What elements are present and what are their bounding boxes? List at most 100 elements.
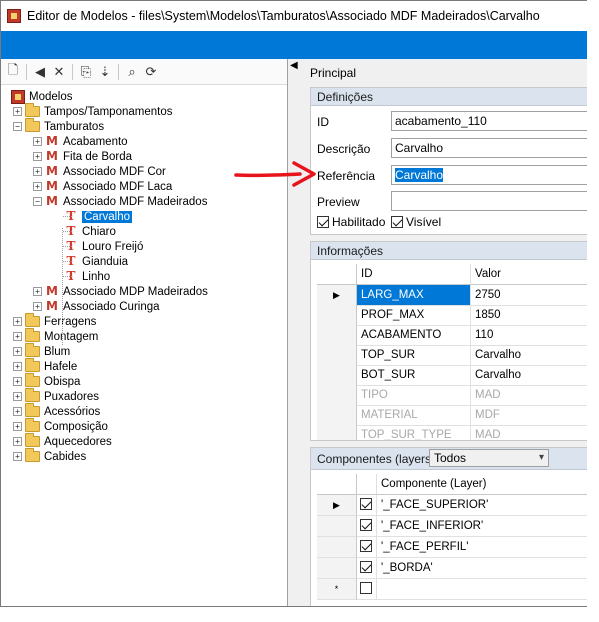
informacoes-grid[interactable]: ID Valor ▶ LARG_MAX 2750 PROF_MAX 1850 ACABAMEN… [317, 264, 587, 440]
expand-icon[interactable]: + [13, 362, 22, 371]
layer-name-cell[interactable]: '_FACE_PERFIL' [377, 537, 587, 558]
expand-icon[interactable]: + [13, 392, 22, 401]
table-row[interactable]: PROF_MAX 1850 [317, 305, 587, 326]
tree-node-composi-o[interactable]: + Composição [13, 418, 108, 434]
collapse-icon[interactable]: − [33, 197, 42, 206]
move-icon[interactable]: ⇣ [97, 63, 113, 81]
layer-name-cell[interactable]: '_BORDA' [377, 558, 587, 579]
tree-node-montagem[interactable]: + Montagem [13, 328, 98, 344]
tree-node-fita-de-borda[interactable]: + M Fita de Borda [33, 149, 132, 164]
row-header[interactable] [317, 365, 357, 386]
collapse-icon[interactable]: − [13, 122, 22, 131]
row-header[interactable]: ▶ [317, 495, 357, 516]
row-header[interactable] [317, 425, 357, 440]
preview-field[interactable] [391, 191, 587, 211]
tree-node-puxadores[interactable]: + Puxadores [13, 388, 99, 404]
layer-checkbox-cell[interactable] [357, 495, 377, 516]
tree-node-tamburatos[interactable]: − Tamburatos [13, 118, 104, 134]
checkbox-checked-icon[interactable] [360, 498, 372, 510]
tree-node-aquecedores[interactable]: + Aquecedores [13, 433, 112, 449]
tree-node-ferragens[interactable]: + Ferragens [13, 313, 96, 329]
expand-icon[interactable]: + [13, 407, 22, 416]
tree-node-associado-mdp-madeirados[interactable]: + M Associado MDP Madeirados [33, 284, 208, 299]
column-header-id[interactable]: ID [357, 264, 471, 285]
info-valor-cell[interactable]: Carvalho [471, 345, 587, 366]
referencia-field[interactable]: Carvalho [391, 165, 587, 185]
expand-icon[interactable]: + [13, 437, 22, 446]
table-row[interactable]: TOP_SUR Carvalho [317, 345, 587, 366]
checkbox-checked-icon[interactable] [360, 519, 372, 531]
table-row[interactable]: TIPO MAD [317, 385, 587, 406]
table-row[interactable]: '_FACE_PERFIL' [317, 537, 587, 558]
layer-checkbox-cell[interactable] [357, 537, 377, 558]
table-row[interactable]: TOP_SUR_TYPE MAD [317, 425, 587, 440]
row-header[interactable]: ▶ [317, 285, 357, 306]
checkbox-checked-icon[interactable] [360, 540, 372, 552]
info-valor-cell[interactable]: 2750 [471, 285, 587, 306]
expand-icon[interactable]: + [13, 452, 22, 461]
checkbox-empty-icon[interactable] [360, 582, 372, 594]
table-row[interactable]: ▶ '_FACE_SUPERIOR' [317, 495, 587, 516]
descricao-field[interactable]: Carvalho [391, 138, 587, 158]
expand-icon[interactable]: + [13, 377, 22, 386]
table-row[interactable]: '_FACE_INFERIOR' [317, 516, 587, 537]
find-icon[interactable]: ⌕ [124, 63, 140, 81]
table-row[interactable]: ▶ LARG_MAX 2750 [317, 285, 587, 306]
expand-icon[interactable]: + [33, 152, 42, 161]
layer-checkbox-cell[interactable] [357, 516, 377, 537]
column-header-valor[interactable]: Valor [471, 264, 587, 285]
collapse-pane-icon[interactable]: ◀ [290, 61, 298, 71]
componentes-filter-dropdown[interactable]: Todos ▾ [429, 449, 549, 467]
info-valor-cell[interactable]: MDF [471, 405, 587, 426]
info-id-cell[interactable]: TIPO [357, 385, 471, 406]
tree-node-blum[interactable]: + Blum [13, 343, 70, 359]
expand-icon[interactable]: + [13, 347, 22, 356]
row-header[interactable] [317, 558, 357, 579]
tree-node-associado-mdf-laca[interactable]: + M Associado MDF Laca [33, 179, 172, 194]
row-header[interactable] [317, 516, 357, 537]
table-row[interactable]: MATERIAL MDF [317, 405, 587, 426]
info-valor-cell[interactable]: MAD [471, 385, 587, 406]
info-valor-cell[interactable]: MAD [471, 425, 587, 440]
layer-checkbox-cell[interactable] [357, 558, 377, 579]
info-valor-cell[interactable]: Carvalho [471, 365, 587, 386]
tree-node-acabamento[interactable]: + M Acabamento [33, 134, 128, 149]
expand-icon[interactable]: + [33, 182, 42, 191]
row-header[interactable] [317, 325, 357, 346]
table-row[interactable]: BOT_SUR Carvalho [317, 365, 587, 386]
tree-node-associado-mdf-cor[interactable]: + M Associado MDF Cor [33, 164, 166, 179]
info-id-cell[interactable]: BOT_SUR [357, 365, 471, 386]
layer-name-cell[interactable]: '_FACE_INFERIOR' [377, 516, 587, 537]
row-header[interactable]: * [317, 579, 357, 600]
copy-icon[interactable]: ⎘ [78, 63, 94, 81]
row-header[interactable] [317, 305, 357, 326]
info-valor-cell[interactable]: 1850 [471, 305, 587, 326]
layer-checkbox-cell[interactable] [357, 579, 377, 600]
new-icon[interactable]: 🗋 [5, 62, 21, 81]
layer-name-cell[interactable] [377, 579, 587, 600]
delete-icon[interactable]: ✕ [51, 63, 67, 81]
row-header[interactable] [317, 385, 357, 406]
expand-icon[interactable]: + [13, 107, 22, 116]
expand-icon[interactable]: + [13, 332, 22, 341]
info-id-cell[interactable]: TOP_SUR [357, 345, 471, 366]
column-header-componente[interactable]: Componente (Layer) [377, 474, 587, 495]
info-id-cell[interactable]: PROF_MAX [357, 305, 471, 326]
info-id-cell[interactable]: ACABAMENTO [357, 325, 471, 346]
table-row[interactable]: ACABAMENTO 110 [317, 325, 587, 346]
expand-icon[interactable]: + [13, 422, 22, 431]
row-header[interactable] [317, 537, 357, 558]
tree-node-associado-mdf-madeirados[interactable]: − M Associado MDF Madeirados [33, 194, 207, 209]
row-header[interactable] [317, 345, 357, 366]
expand-icon[interactable]: + [33, 287, 42, 296]
back-icon[interactable]: ◀ [32, 63, 48, 81]
info-id-cell[interactable]: TOP_SUR_TYPE [357, 425, 471, 440]
id-field[interactable]: acabamento_110 [391, 111, 587, 131]
refresh-icon[interactable]: ⟳ [143, 63, 159, 81]
expand-icon[interactable]: + [13, 317, 22, 326]
info-valor-cell[interactable]: 110 [471, 325, 587, 346]
tree-node-obispa[interactable]: + Obispa [13, 373, 80, 389]
row-header[interactable] [317, 405, 357, 426]
componentes-grid[interactable]: Componente (Layer) ▶ '_FACE_SUPERIOR' '_FAC… [317, 474, 587, 606]
tree-node-associado-curinga[interactable]: + M Associado Curinga [33, 299, 160, 314]
